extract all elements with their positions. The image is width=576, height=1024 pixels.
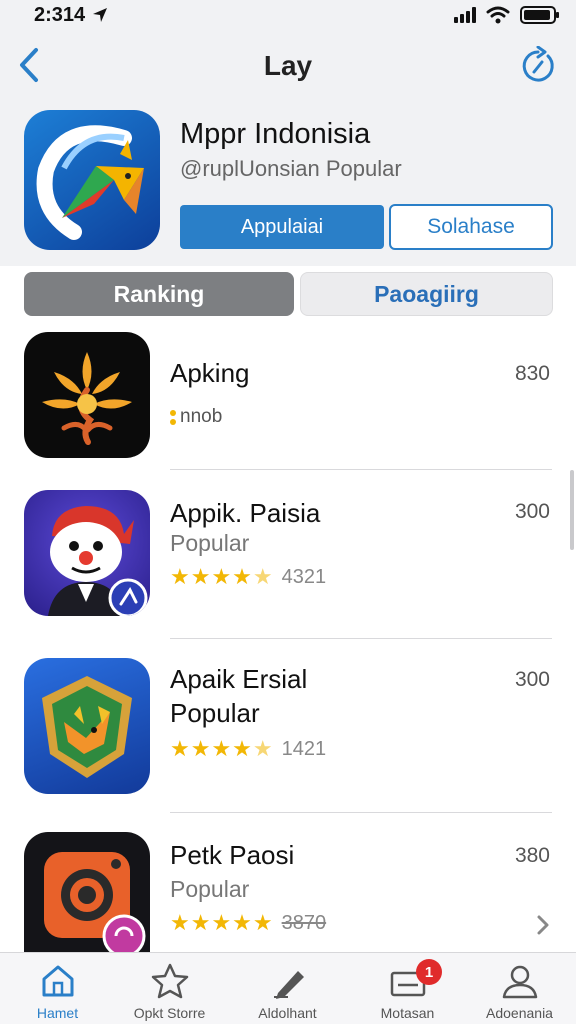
divider [170, 638, 552, 639]
tab-edit[interactable]: Aldolhant [230, 953, 345, 1024]
tab-paoagiirg[interactable]: Paoagiirg [300, 272, 553, 316]
status-bar: 2:314 [0, 0, 576, 34]
wifi-icon [486, 6, 510, 24]
refresh-icon[interactable] [518, 46, 558, 86]
rating-count: 1421 [281, 737, 327, 760]
star-icon [151, 963, 188, 999]
tab-messages[interactable]: 1 Motasan [350, 953, 465, 1024]
battery-icon [520, 6, 559, 24]
rating-stars: ★★★★★ 3870 [170, 910, 327, 935]
pen-icon [273, 971, 304, 999]
tab-label: Opkt Storre [133, 1005, 206, 1021]
tab-label: Hamet [36, 1005, 79, 1021]
page-title: Lay [263, 50, 313, 81]
primary-action-button[interactable]: Appulaiai [180, 205, 384, 249]
clown-mascot-icon [24, 490, 150, 616]
rating-count: 3870 [281, 911, 327, 934]
status-icons [454, 6, 559, 24]
list-item[interactable]: Appik. Paisia Popular ★★★★ ★ 4321 300 [0, 490, 576, 630]
nav-bar: Lay [0, 34, 576, 96]
app-name: Apaik Ersial [170, 664, 308, 694]
app-value: 380 [514, 844, 550, 867]
app-tag-text: nnob [180, 406, 223, 427]
rating-count: 4321 [281, 565, 327, 588]
rating-stars: ★★★★ ★ 4321 [170, 564, 327, 589]
sun-leaf-icon [24, 332, 150, 458]
chevron-right-icon[interactable] [536, 914, 550, 936]
app-name: Appik. Paisia [170, 498, 321, 528]
fox-shield-icon [24, 658, 150, 794]
app-name: Mppr Indonisia [180, 118, 371, 150]
app-category: Popular [170, 876, 250, 902]
tab-label: Adoenania [486, 1005, 553, 1021]
list-item[interactable]: Petk Paosi Popular ★★★★★ 3870 380 [0, 832, 576, 954]
app-value: 300 [514, 668, 550, 691]
app-value: 300 [514, 500, 550, 523]
scrollbar[interactable] [570, 470, 574, 550]
divider [170, 812, 552, 813]
app-logo-icon [24, 110, 160, 250]
app-name: Petk Paosi [170, 840, 295, 870]
cellular-signal-icon [454, 7, 476, 23]
home-icon [42, 965, 73, 997]
notification-badge: 1 [416, 959, 442, 985]
list-item[interactable]: Apking nnob 830 [0, 332, 576, 472]
divider [170, 469, 552, 470]
app-value: 830 [514, 362, 550, 385]
app-name: Apking [170, 358, 250, 388]
tab-label: Motasan [380, 1005, 435, 1021]
status-time: 2:314 [34, 4, 86, 26]
app-subtitle: @ruplUonsian Popular [180, 156, 402, 181]
tab-home[interactable]: Hamet [0, 953, 115, 1024]
list-item[interactable]: Apaik Ersial Popular ★★★★ ★ 1421 300 [0, 658, 576, 798]
location-arrow-icon [93, 8, 107, 22]
tab-store[interactable]: Opkt Storre [112, 953, 227, 1024]
tab-ranking[interactable]: Ranking [24, 272, 294, 316]
secondary-action-button[interactable]: Solahase [389, 204, 553, 250]
tab-label: Aldolhant [258, 1005, 317, 1021]
app-tag: nnob [170, 406, 222, 428]
tab-bar: Hamet Opkt Storre Aldolhant 1 Motasan Ad… [0, 952, 576, 1024]
dots-icon [170, 409, 176, 425]
camera-icon [24, 832, 150, 954]
tab-account[interactable]: Adoenania [462, 953, 576, 1024]
person-icon [502, 965, 537, 999]
app-header: Mppr Indonisia @ruplUonsian Popular Appu… [0, 96, 576, 266]
app-category: Popular [170, 698, 260, 728]
app-category: Popular [170, 530, 250, 556]
rating-stars: ★★★★ ★ 1421 [170, 736, 327, 761]
